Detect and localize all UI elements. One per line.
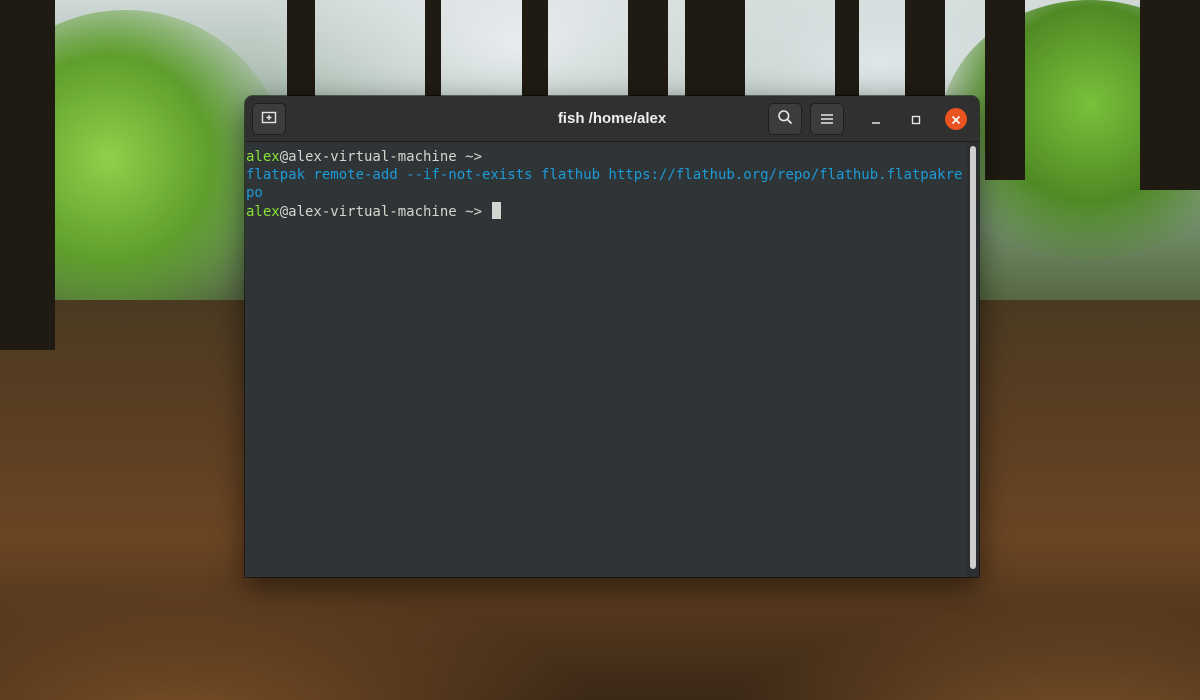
prompt-line: alex@alex-virtual-machine ~> xyxy=(246,204,490,220)
maximize-icon xyxy=(911,110,921,129)
prompt-user: alex xyxy=(246,149,280,165)
scrollbar-thumb[interactable] xyxy=(970,146,976,569)
terminal-text: alex@alex-virtual-machine ~> flatpak rem… xyxy=(245,142,967,221)
wallpaper-tree-trunk xyxy=(522,0,548,100)
search-icon xyxy=(777,109,793,129)
prompt-cwd: ~> xyxy=(456,149,491,165)
new-tab-button[interactable] xyxy=(252,103,286,135)
wallpaper-tree-trunk xyxy=(1140,0,1200,190)
wallpaper-tree-trunk xyxy=(985,0,1025,180)
close-button[interactable] xyxy=(945,108,967,130)
prompt-line: alex@alex-virtual-machine ~> xyxy=(246,149,490,165)
terminal-output[interactable]: alex@alex-virtual-machine ~> flatpak rem… xyxy=(245,142,967,577)
window-titlebar[interactable]: fish /home/alex xyxy=(245,96,979,142)
wallpaper-tree-trunk xyxy=(0,0,55,350)
new-tab-icon xyxy=(261,109,277,129)
wallpaper-tree-trunk xyxy=(685,0,745,100)
prompt-host: @alex-virtual-machine xyxy=(279,149,457,165)
wallpaper-tree-trunk xyxy=(425,0,441,100)
hamburger-menu-icon xyxy=(820,110,834,129)
wallpaper-tree-trunk xyxy=(628,0,668,100)
menu-button[interactable] xyxy=(810,103,844,135)
prompt-user: alex xyxy=(246,204,280,220)
minimize-button[interactable] xyxy=(865,108,887,130)
command-text: flatpak remote-add --if-not-exists flath… xyxy=(246,167,963,201)
wallpaper-tree-trunk xyxy=(287,0,315,110)
minimize-icon xyxy=(871,110,881,129)
prompt-host: @alex-virtual-machine xyxy=(279,204,457,220)
wallpaper-tree-trunk xyxy=(835,0,859,100)
prompt-cwd: ~> xyxy=(456,204,491,220)
wallpaper-tree-trunk xyxy=(905,0,945,100)
maximize-button[interactable] xyxy=(905,108,927,130)
terminal-window[interactable]: fish /home/alex alex@alex-virtual-machin… xyxy=(245,96,979,577)
search-button[interactable] xyxy=(768,103,802,135)
close-icon xyxy=(951,110,961,129)
terminal-scrollbar[interactable] xyxy=(967,142,979,577)
text-cursor xyxy=(492,202,502,219)
